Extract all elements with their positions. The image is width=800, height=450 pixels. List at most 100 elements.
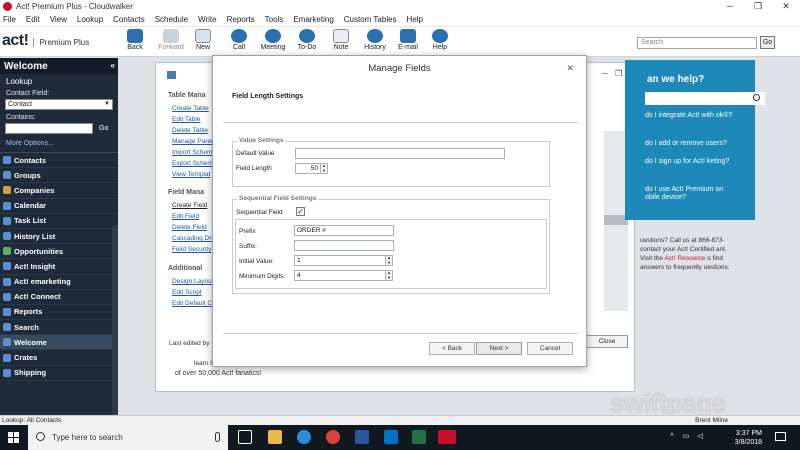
- nav-act-emarketing[interactable]: Act! emarketing: [0, 275, 118, 290]
- nav-reports[interactable]: Reports: [0, 305, 118, 321]
- menu-file[interactable]: File: [3, 15, 16, 24]
- file-explorer-icon[interactable]: [268, 430, 282, 444]
- lookup-go-button[interactable]: Go: [99, 125, 108, 132]
- nav-search[interactable]: Search: [0, 320, 118, 336]
- nav-history-list[interactable]: History List: [0, 229, 118, 245]
- nav-act-insight[interactable]: Act! Insight: [0, 259, 118, 275]
- system-clock[interactable]: 3:37 PM 3/8/2018: [735, 429, 762, 447]
- help-question[interactable]: do I sign up for Act! keting?: [645, 158, 735, 166]
- link-import-schema[interactable]: Import Schem: [172, 149, 212, 156]
- history-button[interactable]: History: [359, 29, 391, 51]
- sequential-field-checkbox[interactable]: ✓: [296, 207, 305, 216]
- help-question[interactable]: do I use Act! Premium on obile device?: [645, 186, 735, 202]
- link-cascading-dropdown[interactable]: Cascading Dro: [172, 235, 215, 242]
- email-button[interactable]: E-mail: [392, 29, 424, 51]
- word-icon[interactable]: [355, 430, 369, 444]
- menu-help[interactable]: Help: [407, 15, 423, 24]
- act-resource-link[interactable]: Act! Resource: [664, 255, 705, 262]
- link-field-security[interactable]: Field Security: [172, 246, 211, 253]
- more-options-link[interactable]: More Options...: [0, 135, 118, 153]
- restore-icon[interactable]: ❐: [744, 0, 772, 13]
- bg-close-button[interactable]: Close: [586, 335, 628, 348]
- link-edit-field[interactable]: Edit Field: [172, 213, 199, 220]
- link-manage-parent[interactable]: Manage Paren: [172, 138, 215, 145]
- collapse-icon[interactable]: «: [111, 61, 115, 70]
- suffix-input[interactable]: [294, 240, 394, 251]
- meeting-button[interactable]: Meeting: [257, 29, 289, 51]
- link-delete-field[interactable]: Delete Field: [172, 224, 207, 231]
- nav-act-connect[interactable]: Act! Connect: [0, 290, 118, 305]
- nav-companies[interactable]: Companies: [0, 183, 118, 199]
- help-search-input[interactable]: [645, 92, 765, 105]
- new-button[interactable]: New: [187, 29, 219, 51]
- contact-field-select[interactable]: Contact ▼: [5, 99, 113, 110]
- menu-edit[interactable]: Edit: [26, 15, 40, 24]
- link-edit-default[interactable]: Edit Default C: [172, 300, 212, 307]
- nav-groups[interactable]: Groups: [0, 168, 118, 184]
- link-create-table[interactable]: Create Table: [172, 105, 209, 112]
- minimum-digits-input[interactable]: 4: [294, 270, 386, 281]
- field-length-spinner[interactable]: ▲ ▼: [320, 163, 328, 174]
- menu-lookup[interactable]: Lookup: [77, 15, 103, 24]
- sidebar-scrollbar[interactable]: [112, 225, 118, 415]
- minimum-digits-spinner[interactable]: ▲ ▼: [385, 270, 393, 281]
- menu-write[interactable]: Write: [198, 15, 217, 24]
- notifications-icon[interactable]: [775, 432, 786, 441]
- menu-tools[interactable]: Tools: [265, 15, 284, 24]
- initial-value-spinner[interactable]: ▲ ▼: [385, 255, 393, 266]
- call-button[interactable]: Call: [223, 29, 255, 51]
- dialog-close-icon[interactable]: ✕: [566, 63, 574, 74]
- task-view-icon[interactable]: [238, 430, 252, 444]
- excel-icon[interactable]: [412, 430, 426, 444]
- minimize-icon[interactable]: ─: [716, 0, 744, 13]
- menu-contacts[interactable]: Contacts: [113, 15, 145, 24]
- chrome-icon[interactable]: [326, 430, 340, 444]
- help-button[interactable]: Help: [424, 29, 456, 51]
- help-question[interactable]: do I add or remove users?: [645, 140, 735, 148]
- menu-view[interactable]: View: [50, 15, 67, 24]
- initial-value-input[interactable]: 1: [294, 255, 386, 266]
- outlook-icon[interactable]: [384, 430, 398, 444]
- toolbar-search-input[interactable]: Search: [637, 37, 757, 49]
- default-value-input[interactable]: [295, 148, 505, 159]
- todo-button[interactable]: To-Do: [291, 29, 323, 51]
- bg-minimize-icon[interactable]: ─: [602, 69, 608, 78]
- menu-schedule[interactable]: Schedule: [155, 15, 188, 24]
- link-delete-table[interactable]: Delete Table: [172, 127, 208, 134]
- field-length-input[interactable]: 50: [295, 163, 321, 174]
- chevron-up-icon[interactable]: ^: [668, 433, 676, 441]
- act-taskbar-icon[interactable]: [438, 430, 456, 444]
- help-question[interactable]: do I integrate Act! with ok®?: [645, 112, 735, 120]
- prefix-input[interactable]: ORDER #: [294, 225, 394, 236]
- next-button[interactable]: Next >: [476, 342, 522, 355]
- forward-button[interactable]: Forward: [155, 29, 187, 51]
- back-button[interactable]: < Back: [429, 342, 475, 355]
- nav-task-list[interactable]: Task List: [0, 214, 118, 229]
- cancel-button[interactable]: Cancel: [527, 342, 573, 355]
- back-button[interactable]: Back: [119, 29, 151, 51]
- link-view-template[interactable]: View Templat: [172, 171, 210, 178]
- nav-shipping[interactable]: Shipping: [0, 366, 118, 381]
- nav-opportunities[interactable]: Opportunities: [0, 244, 118, 260]
- link-edit-script[interactable]: Edit Script: [172, 289, 202, 296]
- close-icon[interactable]: ✕: [772, 0, 800, 13]
- menu-reports[interactable]: Reports: [227, 15, 255, 24]
- toolbar-go-button[interactable]: Go: [760, 36, 775, 49]
- taskbar-search-input[interactable]: Type here to search: [28, 425, 228, 450]
- note-button[interactable]: Note: [325, 29, 357, 51]
- network-icon[interactable]: ▭: [682, 433, 690, 441]
- link-edit-table[interactable]: Edit Table: [172, 116, 200, 123]
- nav-calendar[interactable]: Calendar: [0, 199, 118, 214]
- link-design-layout[interactable]: Design Layout: [172, 278, 214, 285]
- menu-emarketing[interactable]: Emarketing: [293, 15, 333, 24]
- bg-restore-icon[interactable]: ❐: [615, 69, 622, 78]
- contains-input[interactable]: [5, 123, 93, 134]
- nav-welcome[interactable]: Welcome: [0, 335, 118, 351]
- link-create-field[interactable]: Create Field: [172, 202, 207, 209]
- edge-icon[interactable]: [297, 430, 311, 444]
- link-export-schema[interactable]: Export Schem: [172, 160, 213, 167]
- nav-crates[interactable]: Crates: [0, 350, 118, 366]
- menu-custom-tables[interactable]: Custom Tables: [344, 15, 397, 24]
- nav-contacts[interactable]: Contacts: [0, 153, 118, 169]
- volume-icon[interactable]: ◁: [696, 433, 704, 441]
